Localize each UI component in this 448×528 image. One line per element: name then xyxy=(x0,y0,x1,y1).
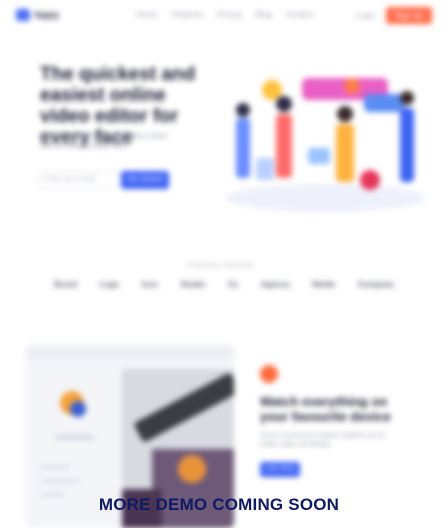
nav-item-features[interactable]: Features xyxy=(171,10,203,19)
feature-title: Watch everything on your favourite devic… xyxy=(260,394,391,424)
partner-logo: Brand xyxy=(54,280,78,289)
main-nav: Home Features Pricing Blog Contact xyxy=(136,10,313,19)
email-field[interactable]: Enter your email xyxy=(38,171,118,189)
nav-item-blog[interactable]: Blog xyxy=(255,10,271,19)
nav-item-pricing[interactable]: Pricing xyxy=(217,10,241,19)
hero-subtitle: Create, edit and share your videos onlin… xyxy=(40,133,168,150)
logo-text: Appy xyxy=(34,9,59,21)
header-actions: Login Sign Up xyxy=(356,7,432,24)
partner-logo: Agency xyxy=(261,280,290,289)
coming-soon-banner: MORE DEMO COMING SOON xyxy=(98,495,340,514)
app-window-bar xyxy=(26,345,234,359)
learn-more-button[interactable]: Learn More xyxy=(260,462,300,477)
partner-logos: Brand Logo Icon Studio Co Agency Media C… xyxy=(54,280,394,289)
partner-logo: Co xyxy=(227,280,239,289)
nav-item-contact[interactable]: Contact xyxy=(285,10,313,19)
logo[interactable]: Appy xyxy=(16,9,59,21)
partner-logo: Media xyxy=(312,280,336,289)
login-link[interactable]: Login xyxy=(356,11,376,20)
partner-logo: Studio xyxy=(180,280,206,289)
partner-logo: Company xyxy=(357,280,394,289)
hero-illustration xyxy=(226,78,426,212)
page-preview: Appy Home Features Pricing Blog Contact … xyxy=(0,0,448,528)
get-started-button[interactable]: Get Started xyxy=(121,171,169,189)
partner-logo: Logo xyxy=(99,280,120,289)
trusted-label: Trusted by companies xyxy=(185,262,255,269)
feature-description: Stream and edit your projects anywhere a… xyxy=(260,433,386,448)
signup-button[interactable]: Sign Up xyxy=(385,7,432,24)
partner-logo: Icon xyxy=(141,280,159,289)
site-header: Appy Home Features Pricing Blog Contact … xyxy=(0,0,448,32)
feature-icon xyxy=(260,365,278,383)
nav-item-home[interactable]: Home xyxy=(136,10,157,19)
logo-icon xyxy=(16,9,30,21)
